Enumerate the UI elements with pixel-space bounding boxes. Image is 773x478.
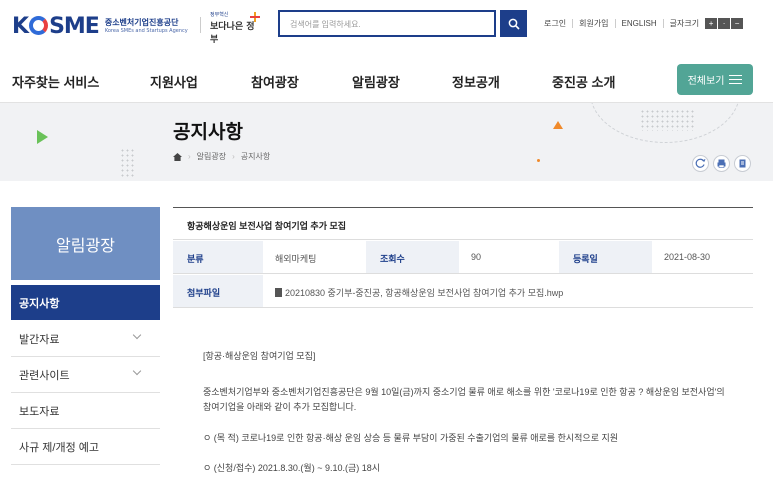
gov-plus-icon bbox=[250, 12, 260, 22]
document-icon[interactable] bbox=[734, 155, 751, 172]
date-value: 2021-08-30 bbox=[664, 252, 711, 262]
chevron-down-icon bbox=[132, 366, 142, 376]
hamburger-icon bbox=[729, 72, 743, 87]
breadcrumb-item[interactable]: 공지사항 bbox=[241, 151, 270, 162]
category-value: 해외마케팅 bbox=[275, 254, 317, 264]
content-paragraph: 중소벤처기업부와 중소벤처기업진흥공단은 9월 10일(금)까지 중소기업 물류… bbox=[203, 387, 725, 412]
print-icon[interactable] bbox=[713, 155, 730, 172]
content-paragraph: ㅇ (신청/접수) 2021.8.30.(월) ~ 9.10.(금) 18시 bbox=[203, 463, 381, 473]
logo-wordmark: K SME bbox=[12, 14, 100, 39]
font-decrease-icon[interactable]: − bbox=[731, 18, 744, 29]
category-label: 분류 bbox=[173, 241, 263, 273]
search-input[interactable]: 검색어를 입력하세요. bbox=[278, 10, 496, 37]
search-button[interactable] bbox=[500, 10, 527, 37]
gov-slogan: 보다나은 정부 bbox=[210, 22, 255, 45]
views-label: 조회수 bbox=[366, 241, 459, 273]
divider bbox=[200, 17, 201, 33]
login-link[interactable]: 로그인 bbox=[544, 18, 566, 29]
font-size-label: 글자크기 bbox=[669, 19, 700, 28]
page-title: 공지사항 bbox=[173, 122, 243, 143]
chevron-down-icon bbox=[132, 330, 142, 340]
top-bar: K SME 중소벤처기업진흥공단 Korea SMEs and Startups … bbox=[0, 0, 773, 52]
post-meta-row: 분류 해외마케팅 조회수 90 등록일 2021-08-30 bbox=[173, 241, 753, 274]
refresh-icon[interactable] bbox=[692, 155, 709, 172]
all-menu-label: 전체보기 bbox=[687, 76, 725, 87]
lnb-title: 알림광장 bbox=[11, 207, 160, 280]
content-paragraph: ㅇ (목 적) 코로나19로 인한 항공·해상 운임 상승 등 물류 부담이 가… bbox=[203, 433, 619, 443]
attachment-row: 첨부파일 20210830 중기부-중진공, 항공해상운임 보전사업 참여기업 … bbox=[173, 275, 753, 308]
main-navigation: 자주찾는 서비스 지원사업 참여광장 알림광장 정보공개 중진공 소개 전체보기 bbox=[0, 57, 773, 103]
gov-innovation-logo[interactable]: 정부혁신 보다나은 정부 bbox=[210, 11, 260, 45]
search-icon bbox=[508, 18, 520, 30]
lnb-item-notice[interactable]: 공지사항 bbox=[11, 285, 160, 320]
logo-korean-name: 중소벤처기업진흥공단 bbox=[104, 18, 179, 27]
divider bbox=[614, 19, 616, 28]
breadcrumb-separator: › bbox=[232, 152, 235, 161]
attachment-link[interactable]: 20210830 중기부-중진공, 항공해상운임 보전사업 참여기업 추가 모집… bbox=[263, 275, 753, 307]
file-icon bbox=[275, 288, 282, 297]
font-reset-icon[interactable]: · bbox=[718, 18, 731, 29]
english-link[interactable]: ENGLISH bbox=[622, 19, 657, 28]
breadcrumb: › 알림광장 › 공지사항 bbox=[173, 151, 270, 162]
nav-participation[interactable]: 참여광장 bbox=[251, 72, 299, 91]
decorative-dots bbox=[120, 148, 136, 178]
utility-links: 로그인 회원가입 ENGLISH 글자크기 + · − bbox=[544, 18, 744, 29]
nav-frequent-services[interactable]: 자주찾는 서비스 bbox=[12, 72, 99, 91]
decorative-dot bbox=[537, 159, 540, 162]
logo-subtitle: 중소벤처기업진흥공단 Korea SMEs and Startups Agenc… bbox=[105, 19, 188, 34]
content-paragraph: [항공·해상운임 참여기업 모집] bbox=[203, 351, 316, 361]
attachment-filename: 20210830 중기부-중진공, 항공해상운임 보전사업 참여기업 추가 모집… bbox=[285, 288, 564, 298]
kosme-logo[interactable]: K SME 중소벤처기업진흥공단 Korea SMEs and Startups … bbox=[12, 14, 188, 39]
lnb-item-label: 보도자료 bbox=[19, 406, 60, 418]
font-size-controls: + · − bbox=[704, 18, 744, 29]
post-subject: 항공해상운임 보전사업 참여기업 추가 모집 bbox=[173, 208, 753, 240]
logo-english-name: Korea SMEs and Startups Agency bbox=[104, 28, 188, 34]
lnb-item-label: 발간자료 bbox=[19, 334, 60, 346]
lnb-item-label: 공지사항 bbox=[19, 297, 60, 310]
lnb-item-publications[interactable]: 발간자료 bbox=[11, 322, 160, 357]
signup-link[interactable]: 회원가입 bbox=[579, 18, 608, 29]
nav-info-disclosure[interactable]: 정보공개 bbox=[452, 72, 500, 91]
lnb-item-press-release[interactable]: 보도자료 bbox=[11, 394, 160, 429]
page-tools bbox=[688, 155, 751, 172]
all-menu-button[interactable]: 전체보기 bbox=[677, 64, 753, 95]
font-increase-icon[interactable]: + bbox=[705, 18, 718, 29]
lnb-item-related-sites[interactable]: 관련사이트 bbox=[11, 358, 160, 393]
attachment-label: 첨부파일 bbox=[173, 275, 263, 307]
decorative-dots bbox=[640, 109, 696, 131]
breadcrumb-item[interactable]: 알림광장 bbox=[197, 151, 226, 162]
decorative-triangle bbox=[37, 130, 48, 144]
page-header-band: 공지사항 › 알림광장 › 공지사항 bbox=[0, 103, 773, 181]
nav-notice-square[interactable]: 알림광장 bbox=[352, 72, 400, 91]
home-icon[interactable] bbox=[173, 152, 182, 161]
lnb-item-label: 관련사이트 bbox=[19, 370, 70, 382]
views-value: 90 bbox=[471, 252, 482, 262]
nav-about[interactable]: 중진공 소개 bbox=[552, 72, 615, 91]
divider bbox=[662, 19, 664, 28]
divider bbox=[572, 19, 574, 28]
date-label: 등록일 bbox=[559, 241, 652, 273]
lnb-item-regulation-notice[interactable]: 사규 제/개정 예고 bbox=[11, 430, 160, 465]
nav-support-programs[interactable]: 지원사업 bbox=[150, 72, 198, 91]
breadcrumb-separator: › bbox=[188, 152, 191, 161]
lnb-item-label: 사규 제/개정 예고 bbox=[19, 442, 100, 454]
decorative-triangle bbox=[553, 121, 563, 129]
